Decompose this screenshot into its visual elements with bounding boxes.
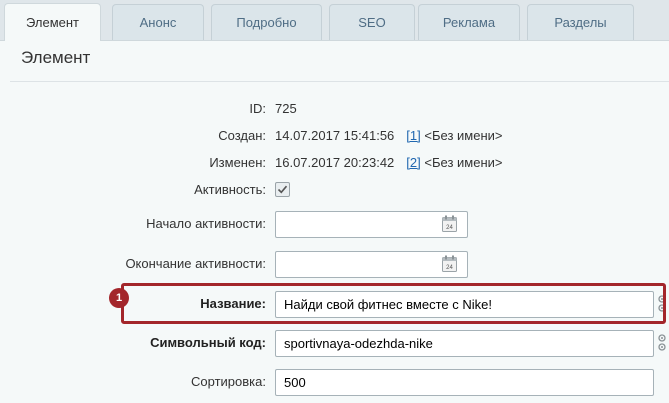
created-user-name: <Без имени> (424, 128, 503, 143)
modified-datetime: 16.07.2017 20:23:42 (275, 155, 395, 170)
id-label: ID: (249, 101, 266, 116)
row-id: ID: 725 (0, 96, 669, 122)
modified-user-name: <Без имени> (424, 155, 503, 170)
name-input[interactable]: Найди свой фитнес вместе с Nike! (275, 291, 654, 318)
row-code: Символьный код: sportivnaya-odezhda-nike (0, 330, 669, 357)
active-to-input[interactable] (275, 251, 468, 278)
calendar-icon[interactable]: 24 (442, 255, 457, 272)
sort-label: Сортировка: (191, 374, 266, 389)
tab-sections[interactable]: Разделы (527, 4, 634, 40)
tab-advertising[interactable]: Реклама (418, 4, 520, 40)
created-datetime: 14.07.2017 15:41:56 (275, 128, 395, 143)
created-value: 14.07.2017 15:41:56 [1] <Без имени> (275, 123, 502, 149)
active-to-label: Окончание активности: (125, 256, 266, 271)
tab-label: Элемент (25, 15, 80, 30)
row-name: Название: Найди свой фитнес вместе с Nik… (0, 291, 669, 318)
modified-value: 16.07.2017 20:23:42 [2] <Без имени> (275, 150, 502, 176)
panel-title: Элемент (21, 48, 91, 67)
name-label: Название: (200, 296, 266, 311)
tab-detail[interactable]: Подробно (211, 4, 322, 40)
modified-user-link[interactable]: [2] (406, 155, 420, 170)
tab-label: Разделы (554, 15, 607, 30)
tab-label: Анонс (139, 15, 177, 30)
tab-label: Реклама (442, 15, 496, 30)
tab-bar: Элемент Анонс Подробно SEO Реклама Разде… (0, 0, 669, 41)
modified-label: Изменен: (209, 155, 266, 170)
created-user-link[interactable]: [1] (406, 128, 420, 143)
code-input[interactable]: sportivnaya-odezhda-nike (275, 330, 654, 357)
tab-announce[interactable]: Анонс (112, 4, 204, 40)
row-active-to: Окончание активности: 24 (0, 251, 669, 278)
tab-label: SEO (358, 15, 386, 30)
row-modified: Изменен: 16.07.2017 20:23:42 [2] <Без име… (0, 150, 669, 176)
row-active-from: Начало активности: 24 (0, 211, 669, 238)
tab-seo[interactable]: SEO (329, 4, 415, 40)
tab-label: Подробно (236, 15, 297, 30)
active-label: Активность: (194, 182, 266, 197)
row-created: Создан: 14.07.2017 15:41:56 [1] <Без имен… (0, 123, 669, 149)
svg-text:24: 24 (446, 225, 453, 231)
checkmark-icon (277, 185, 288, 194)
link-icon[interactable] (657, 334, 667, 352)
translit-icon[interactable] (657, 295, 667, 313)
calendar-icon[interactable]: 24 (442, 215, 457, 232)
svg-text:24: 24 (446, 265, 453, 271)
tab-element[interactable]: Элемент (4, 3, 101, 41)
sort-input[interactable]: 500 (275, 369, 654, 396)
id-value: 725 (275, 101, 297, 116)
active-from-label: Начало активности: (146, 216, 266, 231)
active-checkbox[interactable] (275, 182, 290, 197)
step-badge: 1 (109, 288, 129, 308)
created-label: Создан: (218, 128, 266, 143)
row-active: Активность: (0, 177, 669, 203)
active-from-input[interactable] (275, 211, 468, 238)
divider (10, 81, 669, 82)
row-sort: Сортировка: 500 (0, 369, 669, 396)
code-label: Символьный код: (150, 335, 266, 350)
